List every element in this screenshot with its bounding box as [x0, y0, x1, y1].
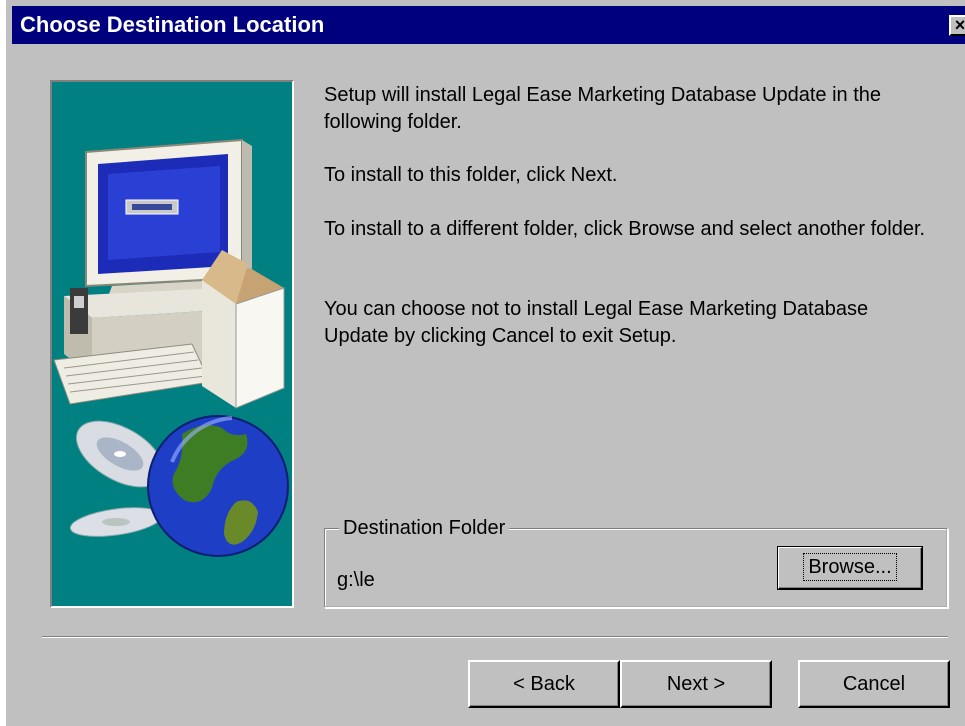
- back-button-label: < Back: [513, 673, 575, 695]
- install-message: Setup will install Legal Ease Marketing …: [324, 84, 881, 133]
- browse-button-label: Browse...: [803, 553, 897, 581]
- globe-icon: [147, 415, 289, 557]
- close-button[interactable]: ×: [949, 15, 965, 36]
- window-title: Choose Destination Location: [20, 12, 325, 37]
- title-bar[interactable]: Choose Destination Location ×: [12, 6, 965, 44]
- cancel-instruction: You can choose not to install Legal Ease…: [324, 298, 869, 347]
- cancel-button-label: Cancel: [842, 673, 906, 695]
- destination-folder-group: Destination Folder g:\le Browse...: [324, 515, 948, 608]
- separator: [42, 636, 948, 638]
- setup-illustration: [50, 80, 294, 608]
- next-button[interactable]: Next >: [620, 660, 772, 708]
- next-button-label: Next >: [666, 673, 726, 695]
- cancel-button[interactable]: Cancel: [798, 660, 950, 708]
- computer-globe-illustration: [53, 138, 289, 557]
- setup-dialog: Choose Destination Location × Setup will…: [0, 0, 965, 726]
- box-icon: [202, 250, 285, 409]
- close-icon: ×: [954, 15, 965, 35]
- destination-path: g:\le: [337, 569, 375, 591]
- destination-folder-label: Destination Folder: [339, 515, 510, 541]
- browse-instruction: To install to a different folder, click …: [324, 218, 926, 240]
- back-button[interactable]: < Back: [468, 660, 620, 708]
- next-instruction: To install to this folder, click Next.: [324, 164, 618, 186]
- browse-button[interactable]: Browse...: [777, 546, 923, 590]
